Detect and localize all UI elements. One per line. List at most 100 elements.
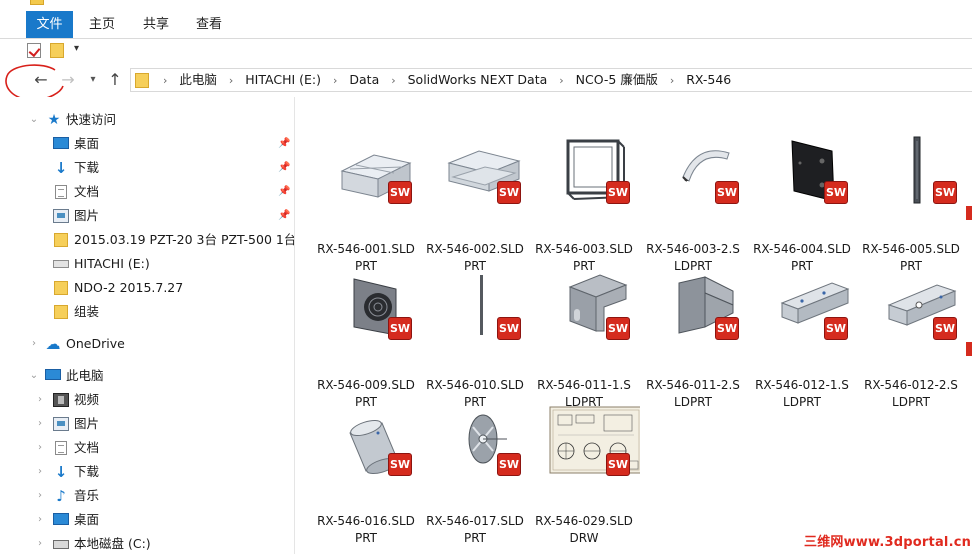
solidworks-icon: SW <box>606 317 630 340</box>
chevron-right-icon[interactable]: › <box>333 70 337 92</box>
chevron-right-icon[interactable]: › <box>28 332 40 356</box>
file-item[interactable]: SW RX-546-011-2.S LDPRT <box>638 269 748 409</box>
chevron-right-icon[interactable]: › <box>559 70 563 92</box>
part-thumbnail <box>447 150 521 192</box>
desktop-icon <box>53 137 69 149</box>
solidworks-icon: SW <box>824 181 848 204</box>
file-item[interactable]: SW RX-546-011-1.S LDPRT <box>529 269 639 409</box>
nav-item-documents[interactable]: 文档 📌 <box>0 180 294 204</box>
new-folder-icon[interactable] <box>50 43 64 58</box>
file-item[interactable]: SW RX-546-016.SLD PRT <box>311 405 421 545</box>
nav-item-folder-2015[interactable]: 2015.03.19 PZT-20 3台 PZT-500 1台 <box>0 228 294 252</box>
file-item[interactable]: SW RX-546-010.SLD PRT <box>420 269 530 409</box>
file-name-line1: RX-546-012-1.S <box>755 378 849 392</box>
folder-icon <box>54 281 68 295</box>
nav-item-assembly[interactable]: 组装 <box>0 300 294 324</box>
file-item[interactable]: SW RX-546-004.SLD PRT <box>747 133 857 273</box>
tab-view[interactable]: 查看 <box>186 11 232 38</box>
file-item[interactable]: SW RX-546-012-1.S LDPRT <box>747 269 857 409</box>
file-name-line1: RX-546-029.SLD <box>535 514 633 528</box>
chevron-right-icon[interactable]: › <box>391 70 395 92</box>
nav-item-desktop[interactable]: 桌面 📌 <box>0 132 294 156</box>
nav-label: 音乐 <box>74 488 100 503</box>
nav-item-local-disk[interactable]: › 本地磁盘 (C:) <box>0 532 294 554</box>
nav-item-downloads[interactable]: ↓ 下载 📌 <box>0 156 294 180</box>
chevron-right-icon[interactable]: › <box>34 436 46 460</box>
nav-item-pc-documents[interactable]: › 文档 <box>0 436 294 460</box>
pin-icon[interactable]: 📌 <box>278 180 290 204</box>
nav-label: OneDrive <box>66 336 125 351</box>
file-name-line2: PRT <box>463 531 487 545</box>
nav-label: HITACHI (E:) <box>74 256 150 271</box>
file-name-line1: RX-546-003-2.S <box>646 242 740 256</box>
file-item[interactable]: SW RX-546-003.SLD PRT <box>529 133 639 273</box>
breadcrumb-solidworks[interactable]: SolidWorks NEXT Data <box>408 69 548 91</box>
breadcrumb-this-pc[interactable]: 此电脑 <box>179 69 217 91</box>
nav-onedrive[interactable]: › ☁ OneDrive <box>0 332 294 356</box>
part-thumbnail <box>468 414 507 464</box>
nav-item-videos[interactable]: › 视频 <box>0 388 294 412</box>
file-item[interactable]: SW RX-546-029.SLD DRW <box>529 405 640 545</box>
file-item[interactable]: SW RX-546-009.SLD PRT <box>311 269 421 409</box>
part-thumbnail <box>349 419 399 475</box>
pin-icon[interactable]: 📌 <box>278 156 290 180</box>
breadcrumb-drive[interactable]: HITACHI (E:) <box>245 69 321 91</box>
chevron-right-icon[interactable]: › <box>670 70 674 92</box>
nav-label: 下载 <box>74 160 100 175</box>
address-row: ← → ▾ ↑ › 此电脑 › HITACHI (E:) › Data › So… <box>0 63 972 97</box>
file-item[interactable]: SW RX-546-017.SLD PRT <box>420 405 530 545</box>
back-button[interactable]: ← <box>28 69 54 91</box>
pin-icon[interactable]: 📌 <box>278 132 290 156</box>
chevron-right-icon[interactable]: › <box>34 484 46 508</box>
file-name-line1: RX-546-003.SLD <box>535 242 633 256</box>
chevron-right-icon[interactable]: › <box>34 508 46 532</box>
file-item[interactable]: SW RX-546-005.SLD PRT <box>856 133 966 273</box>
nav-item-pc-downloads[interactable]: › ↓ 下载 <box>0 460 294 484</box>
solidworks-icon: SW <box>497 181 521 204</box>
breadcrumb-data[interactable]: Data <box>349 69 379 91</box>
nav-item-pc-desktop[interactable]: › 桌面 <box>0 508 294 532</box>
address-bar[interactable]: › 此电脑 › HITACHI (E:) › Data › SolidWorks… <box>130 68 972 92</box>
download-icon: ↓ <box>54 159 68 177</box>
chevron-right-icon[interactable]: › <box>34 532 46 554</box>
watermark: 三维网www.3dportal.cn <box>804 535 972 550</box>
recent-locations-button[interactable]: ▾ <box>86 69 100 91</box>
tab-file[interactable]: 文件 <box>26 11 73 38</box>
breadcrumb-nco5[interactable]: NCO-5 廉価版 <box>576 69 658 91</box>
properties-check-icon[interactable] <box>27 43 41 58</box>
file-name-line1: RX-546-002.SLD <box>426 242 524 256</box>
file-name-line2: DRW <box>569 531 599 545</box>
nav-item-pictures[interactable]: 图片 📌 <box>0 204 294 228</box>
customize-toolbar-dropdown[interactable]: ▾ <box>74 43 79 54</box>
file-item[interactable]: SW RX-546-003-2.S LDPRT <box>638 133 748 273</box>
pin-icon[interactable]: 📌 <box>278 204 290 228</box>
file-name-line1: RX-546-011-1.S <box>537 378 631 392</box>
nav-item-ndo2[interactable]: NDO-2 2015.7.27 <box>0 276 294 300</box>
file-item[interactable]: SW RX-546-002.SLD PRT <box>420 133 530 273</box>
chevron-right-icon[interactable]: › <box>163 70 167 92</box>
chevron-right-icon[interactable]: › <box>34 388 46 412</box>
nav-item-music[interactable]: › ♪ 音乐 <box>0 484 294 508</box>
nav-this-pc[interactable]: ⌄ 此电脑 <box>0 364 294 388</box>
nav-item-pc-pictures[interactable]: › 图片 <box>0 412 294 436</box>
tab-share[interactable]: 共享 <box>133 11 179 38</box>
breadcrumb-rx546[interactable]: RX-546 <box>686 69 731 91</box>
computer-icon <box>45 369 61 380</box>
file-item[interactable]: SW RX-546-012-2.S LDPRT <box>856 269 966 409</box>
chevron-right-icon[interactable]: › <box>229 70 233 92</box>
file-item[interactable]: SW RX-546-001.SLD PRT <box>311 133 421 273</box>
nav-item-hitachi[interactable]: HITACHI (E:) <box>0 252 294 276</box>
chevron-down-icon[interactable]: ⌄ <box>28 108 40 132</box>
solidworks-icon: SW <box>388 453 412 476</box>
forward-button[interactable]: → <box>58 69 78 91</box>
nav-quick-access[interactable]: ⌄ ★ 快速访问 <box>0 108 294 132</box>
solidworks-icon: SW <box>715 181 739 204</box>
up-button[interactable]: ↑ <box>105 69 125 91</box>
chevron-right-icon[interactable]: › <box>34 460 46 484</box>
part-thumbnail <box>353 278 397 336</box>
chevron-down-icon[interactable]: ⌄ <box>28 364 40 388</box>
file-name-line1: RX-546-005.SLD <box>862 242 960 256</box>
tab-home[interactable]: 主页 <box>80 11 124 38</box>
chevron-right-icon[interactable]: › <box>34 412 46 436</box>
nav-label: 视频 <box>74 392 100 407</box>
